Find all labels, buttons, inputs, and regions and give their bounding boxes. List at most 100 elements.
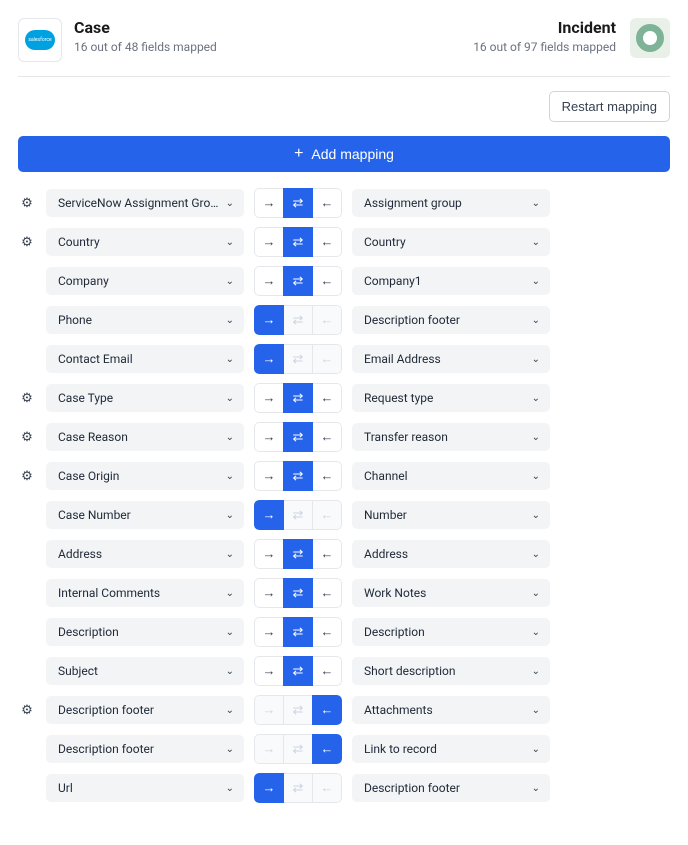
direction-left-button[interactable]: ← xyxy=(312,188,342,218)
right-field-dropdown[interactable]: Address⌄ xyxy=(352,540,550,568)
chevron-down-icon: ⌄ xyxy=(532,588,540,599)
direction-left-button[interactable]: ← xyxy=(312,773,342,803)
direction-both-button[interactable]: ⇄ xyxy=(283,656,313,686)
direction-both-button[interactable]: ⇄ xyxy=(283,539,313,569)
gear-icon[interactable]: ⚙ xyxy=(21,469,33,484)
right-field-dropdown[interactable]: Assignment group⌄ xyxy=(352,189,550,217)
direction-right-button[interactable]: → xyxy=(254,305,284,335)
direction-both-button[interactable]: ⇄ xyxy=(283,266,313,296)
left-field-dropdown[interactable]: Case Origin⌄ xyxy=(46,462,244,490)
direction-right-button[interactable]: → xyxy=(254,695,284,725)
left-field-dropdown[interactable]: Description footer⌄ xyxy=(46,735,244,763)
left-field-dropdown[interactable]: ServiceNow Assignment Group⌄ xyxy=(46,189,244,217)
right-field-dropdown[interactable]: Request type⌄ xyxy=(352,384,550,412)
chevron-down-icon: ⌄ xyxy=(226,276,234,287)
gear-icon[interactable]: ⚙ xyxy=(21,703,33,718)
direction-left-button[interactable]: ← xyxy=(312,500,342,530)
direction-both-button[interactable]: ⇄ xyxy=(283,695,313,725)
direction-right-button[interactable]: → xyxy=(254,500,284,530)
direction-both-button[interactable]: ⇄ xyxy=(283,305,313,335)
salesforce-logo xyxy=(18,18,62,62)
direction-left-button[interactable]: ← xyxy=(312,344,342,374)
left-field-dropdown[interactable]: Internal Comments⌄ xyxy=(46,579,244,607)
right-field-dropdown[interactable]: Company1⌄ xyxy=(352,267,550,295)
right-field-label: Link to record xyxy=(364,742,437,756)
left-field-dropdown[interactable]: Case Number⌄ xyxy=(46,501,244,529)
right-field-dropdown[interactable]: Description⌄ xyxy=(352,618,550,646)
gear-icon[interactable]: ⚙ xyxy=(21,430,33,445)
direction-both-button[interactable]: ⇄ xyxy=(283,344,313,374)
left-field-dropdown[interactable]: Case Type⌄ xyxy=(46,384,244,412)
right-field-dropdown[interactable]: Description footer⌄ xyxy=(352,774,550,802)
direction-both-button[interactable]: ⇄ xyxy=(283,500,313,530)
left-field-dropdown[interactable]: Phone⌄ xyxy=(46,306,244,334)
right-field-dropdown[interactable]: Number⌄ xyxy=(352,501,550,529)
left-field-dropdown[interactable]: Url⌄ xyxy=(46,774,244,802)
right-field-dropdown[interactable]: Attachments⌄ xyxy=(352,696,550,724)
right-field-dropdown[interactable]: Description footer⌄ xyxy=(352,306,550,334)
gear-icon[interactable]: ⚙ xyxy=(21,235,33,250)
right-field-dropdown[interactable]: Country⌄ xyxy=(352,228,550,256)
right-field-dropdown[interactable]: Transfer reason⌄ xyxy=(352,423,550,451)
direction-right-button[interactable]: → xyxy=(254,734,284,764)
left-field-dropdown[interactable]: Subject⌄ xyxy=(46,657,244,685)
direction-right-button[interactable]: → xyxy=(254,773,284,803)
direction-left-button[interactable]: ← xyxy=(312,734,342,764)
right-field-dropdown[interactable]: Link to record⌄ xyxy=(352,735,550,763)
direction-right-button[interactable]: → xyxy=(254,422,284,452)
gear-icon[interactable]: ⚙ xyxy=(21,196,33,211)
direction-both-button[interactable]: ⇄ xyxy=(283,188,313,218)
right-field-dropdown[interactable]: Email Address⌄ xyxy=(352,345,550,373)
left-field-dropdown[interactable]: Country⌄ xyxy=(46,228,244,256)
direction-right-button[interactable]: → xyxy=(254,461,284,491)
direction-right-button[interactable]: → xyxy=(254,383,284,413)
direction-right-button[interactable]: → xyxy=(254,617,284,647)
direction-both-button[interactable]: ⇄ xyxy=(283,734,313,764)
left-field-label: Subject xyxy=(58,664,98,678)
chevron-down-icon: ⌄ xyxy=(532,393,540,404)
direction-left-button[interactable]: ← xyxy=(312,539,342,569)
direction-left-button[interactable]: ← xyxy=(312,461,342,491)
direction-right-button[interactable]: → xyxy=(254,656,284,686)
left-field-dropdown[interactable]: Description footer⌄ xyxy=(46,696,244,724)
direction-both-button[interactable]: ⇄ xyxy=(283,422,313,452)
restart-mapping-button[interactable]: Restart mapping xyxy=(549,91,670,122)
mapping-row: Description footer⌄→⇄←Link to record⌄ xyxy=(18,734,670,764)
direction-left-button[interactable]: ← xyxy=(312,578,342,608)
direction-right-button[interactable]: → xyxy=(254,539,284,569)
avatar[interactable] xyxy=(630,18,670,58)
direction-group: →⇄← xyxy=(254,617,342,647)
left-field-dropdown[interactable]: Description⌄ xyxy=(46,618,244,646)
left-field-dropdown[interactable]: Address⌄ xyxy=(46,540,244,568)
right-field-dropdown[interactable]: Work Notes⌄ xyxy=(352,579,550,607)
left-field-dropdown[interactable]: Contact Email⌄ xyxy=(46,345,244,373)
direction-both-button[interactable]: ⇄ xyxy=(283,461,313,491)
direction-left-button[interactable]: ← xyxy=(312,266,342,296)
direction-left-button[interactable]: ← xyxy=(312,422,342,452)
direction-both-button[interactable]: ⇄ xyxy=(283,383,313,413)
right-field-dropdown[interactable]: Short description⌄ xyxy=(352,657,550,685)
direction-right-button[interactable]: → xyxy=(254,266,284,296)
direction-right-button[interactable]: → xyxy=(254,578,284,608)
left-field-dropdown[interactable]: Company⌄ xyxy=(46,267,244,295)
direction-left-button[interactable]: ← xyxy=(312,227,342,257)
gear-icon[interactable]: ⚙ xyxy=(21,391,33,406)
direction-left-button[interactable]: ← xyxy=(312,656,342,686)
left-field-dropdown[interactable]: Case Reason⌄ xyxy=(46,423,244,451)
direction-right-button[interactable]: → xyxy=(254,344,284,374)
right-field-dropdown[interactable]: Channel⌄ xyxy=(352,462,550,490)
direction-left-button[interactable]: ← xyxy=(312,305,342,335)
direction-left-button[interactable]: ← xyxy=(312,695,342,725)
direction-left-button[interactable]: ← xyxy=(312,383,342,413)
add-mapping-button[interactable]: + Add mapping xyxy=(18,136,670,172)
chevron-down-icon: ⌄ xyxy=(226,705,234,716)
direction-left-button[interactable]: ← xyxy=(312,617,342,647)
left-field-label: Internal Comments xyxy=(58,586,160,600)
chevron-down-icon: ⌄ xyxy=(226,744,234,755)
direction-both-button[interactable]: ⇄ xyxy=(283,578,313,608)
direction-both-button[interactable]: ⇄ xyxy=(283,617,313,647)
direction-both-button[interactable]: ⇄ xyxy=(283,227,313,257)
direction-both-button[interactable]: ⇄ xyxy=(283,773,313,803)
direction-right-button[interactable]: → xyxy=(254,227,284,257)
direction-right-button[interactable]: → xyxy=(254,188,284,218)
